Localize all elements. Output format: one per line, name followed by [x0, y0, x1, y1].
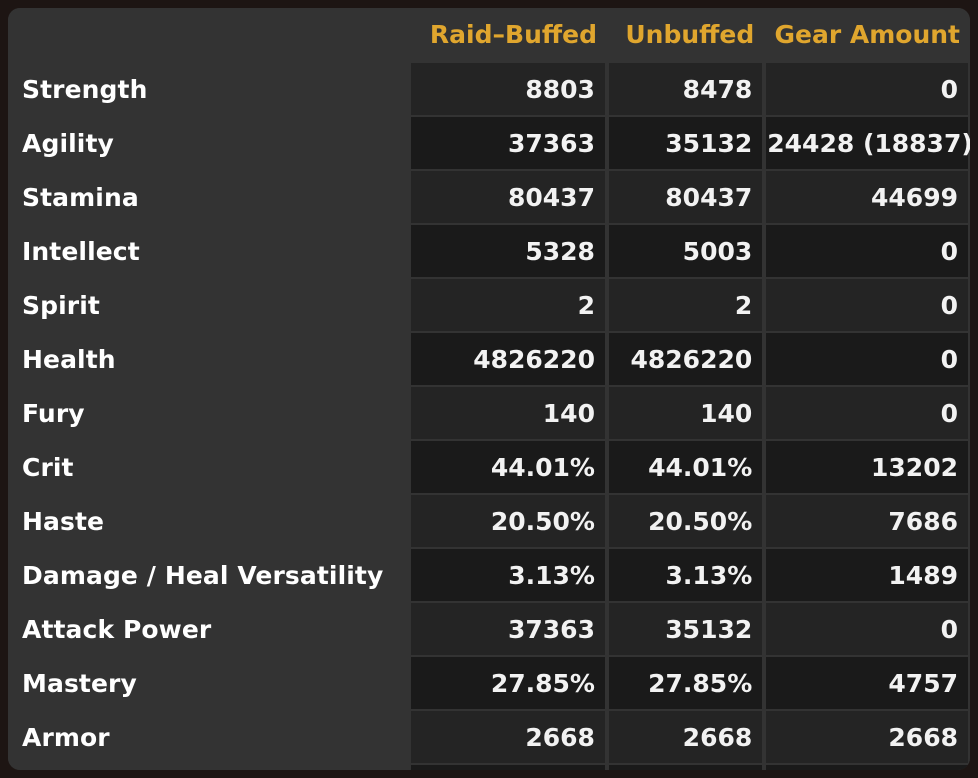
stat-value-unbuffed-cell: 35132: [606, 116, 765, 170]
table-row: Stamina 80437 80437 44699: [8, 170, 970, 224]
stat-value-gear-amount-cell: 1489: [764, 548, 970, 602]
table-row: Attack Power 37363 35132 0: [8, 602, 970, 656]
stat-value-gear-amount-cell: 13202: [764, 440, 970, 494]
character-stats-table: Raid–Buffed Unbuffed Gear Amount Strengt…: [8, 8, 970, 770]
stat-name-cell: Crit: [8, 440, 410, 494]
stat-name-cell: Agility: [8, 116, 410, 170]
stat-value-gear-amount-cell: 2668: [764, 710, 970, 764]
stat-value-gear-amount-cell: 4757: [764, 656, 970, 710]
column-header-unbuffed: Unbuffed: [606, 8, 765, 62]
stat-value-raid-buffed-cell: 5328: [409, 224, 607, 278]
table-row: Damage / Heal Versatility 3.13% 3.13% 1489: [8, 548, 970, 602]
stat-name-cell: Spirit: [8, 278, 410, 332]
table-row: Crit 44.01% 44.01% 13202: [8, 440, 970, 494]
stat-value-unbuffed-cell: 44.01%: [606, 440, 765, 494]
character-stats-panel: Raid–Buffed Unbuffed Gear Amount Strengt…: [8, 8, 970, 770]
stat-value-unbuffed-cell: 3.13%: [606, 548, 765, 602]
stat-value-raid-buffed-cell: 2: [409, 278, 607, 332]
stat-value-unbuffed-cell: 5003: [606, 224, 765, 278]
table-row: Spirit 2 2 0: [8, 278, 970, 332]
column-header-raid-buffed: Raid–Buffed: [409, 8, 607, 62]
table-row: Strength 8803 8478 0: [8, 62, 970, 116]
stat-name-cell: Haste: [8, 494, 410, 548]
stat-value-raid-buffed-cell: 20.50%: [409, 494, 607, 548]
table-row: Agility 37363 35132 24428 (18837): [8, 116, 970, 170]
stat-value-raid-buffed-cell: 37363: [409, 116, 607, 170]
stat-value-gear-amount-cell: 0: [764, 224, 970, 278]
stat-value-unbuffed-cell: 2: [606, 278, 765, 332]
stat-name-cell: Attack Power: [8, 602, 410, 656]
stat-value-gear-amount-cell: 7686: [764, 494, 970, 548]
stat-value-unbuffed-cell: 8478: [606, 62, 765, 116]
stat-value-unbuffed-cell: 27.85%: [606, 656, 765, 710]
stat-value-raid-buffed-cell: 3.13%: [409, 548, 607, 602]
column-header-stat-name: [8, 8, 410, 62]
stat-value-raid-buffed-cell: 2668: [409, 710, 607, 764]
stat-value-raid-buffed-cell: 37363: [409, 602, 607, 656]
table-row: Intellect 5328 5003 0: [8, 224, 970, 278]
stat-value-raid-buffed-cell: 4826220: [409, 332, 607, 386]
stat-value-gear-amount-cell: 0: [764, 332, 970, 386]
table-row: Haste 20.50% 20.50% 7686: [8, 494, 970, 548]
stat-value-gear-amount-cell: 0: [764, 386, 970, 440]
table-header: Raid–Buffed Unbuffed Gear Amount: [8, 8, 970, 62]
stat-name-cell: Stamina: [8, 170, 410, 224]
header-row: Raid–Buffed Unbuffed Gear Amount: [8, 8, 970, 62]
stat-value-gear-amount-cell: 0: [764, 602, 970, 656]
table-row: Health 4826220 4826220 0: [8, 332, 970, 386]
stat-value-unbuffed-cell: 140: [606, 386, 765, 440]
table-row: Mastery 27.85% 27.85% 4757: [8, 656, 970, 710]
stat-value-unbuffed-cell: 20.50%: [606, 494, 765, 548]
stat-value-gear-amount-cell: 0: [764, 764, 970, 770]
stat-value-unbuffed-cell: 80437: [606, 170, 765, 224]
stat-name-cell: Armor: [8, 710, 410, 764]
stat-value-unbuffed-cell: 4826220: [606, 332, 765, 386]
stat-value-raid-buffed-cell: 27.85%: [409, 656, 607, 710]
stat-name-cell: Mastery: [8, 656, 410, 710]
table-row: Fury 140 140 0: [8, 386, 970, 440]
stat-value-unbuffed-cell: 35132: [606, 602, 765, 656]
stat-value-unbuffed-cell: 2668: [606, 710, 765, 764]
stat-value-raid-buffed-cell: 8803: [409, 62, 607, 116]
table-body: Strength 8803 8478 0 Agility 37363 35132 24428 …: [8, 62, 970, 770]
stat-value-gear-amount-cell: 24428 (18837): [764, 116, 970, 170]
column-header-gear-amount: Gear Amount: [764, 8, 970, 62]
stat-value-raid-buffed-cell: 140: [409, 386, 607, 440]
stat-name-cell: Damage / Heal Versatility: [8, 548, 410, 602]
stat-name-cell: Strength: [8, 62, 410, 116]
stat-value-raid-buffed-cell: 80437: [409, 170, 607, 224]
table-row: Armor 2668 2668 2668: [8, 710, 970, 764]
stat-value-unbuffed-cell: 0: [606, 764, 765, 770]
stat-value-raid-buffed-cell: 8: [409, 764, 607, 770]
stat-value-gear-amount-cell: 0: [764, 278, 970, 332]
stat-value-gear-amount-cell: 0: [764, 62, 970, 116]
stat-name-cell: Intellect: [8, 224, 410, 278]
stat-name-cell: Run Speed: [8, 764, 410, 770]
stat-value-raid-buffed-cell: 44.01%: [409, 440, 607, 494]
stat-value-gear-amount-cell: 44699: [764, 170, 970, 224]
table-row: Run Speed800: [8, 764, 970, 770]
stat-name-cell: Health: [8, 332, 410, 386]
stat-name-cell: Fury: [8, 386, 410, 440]
